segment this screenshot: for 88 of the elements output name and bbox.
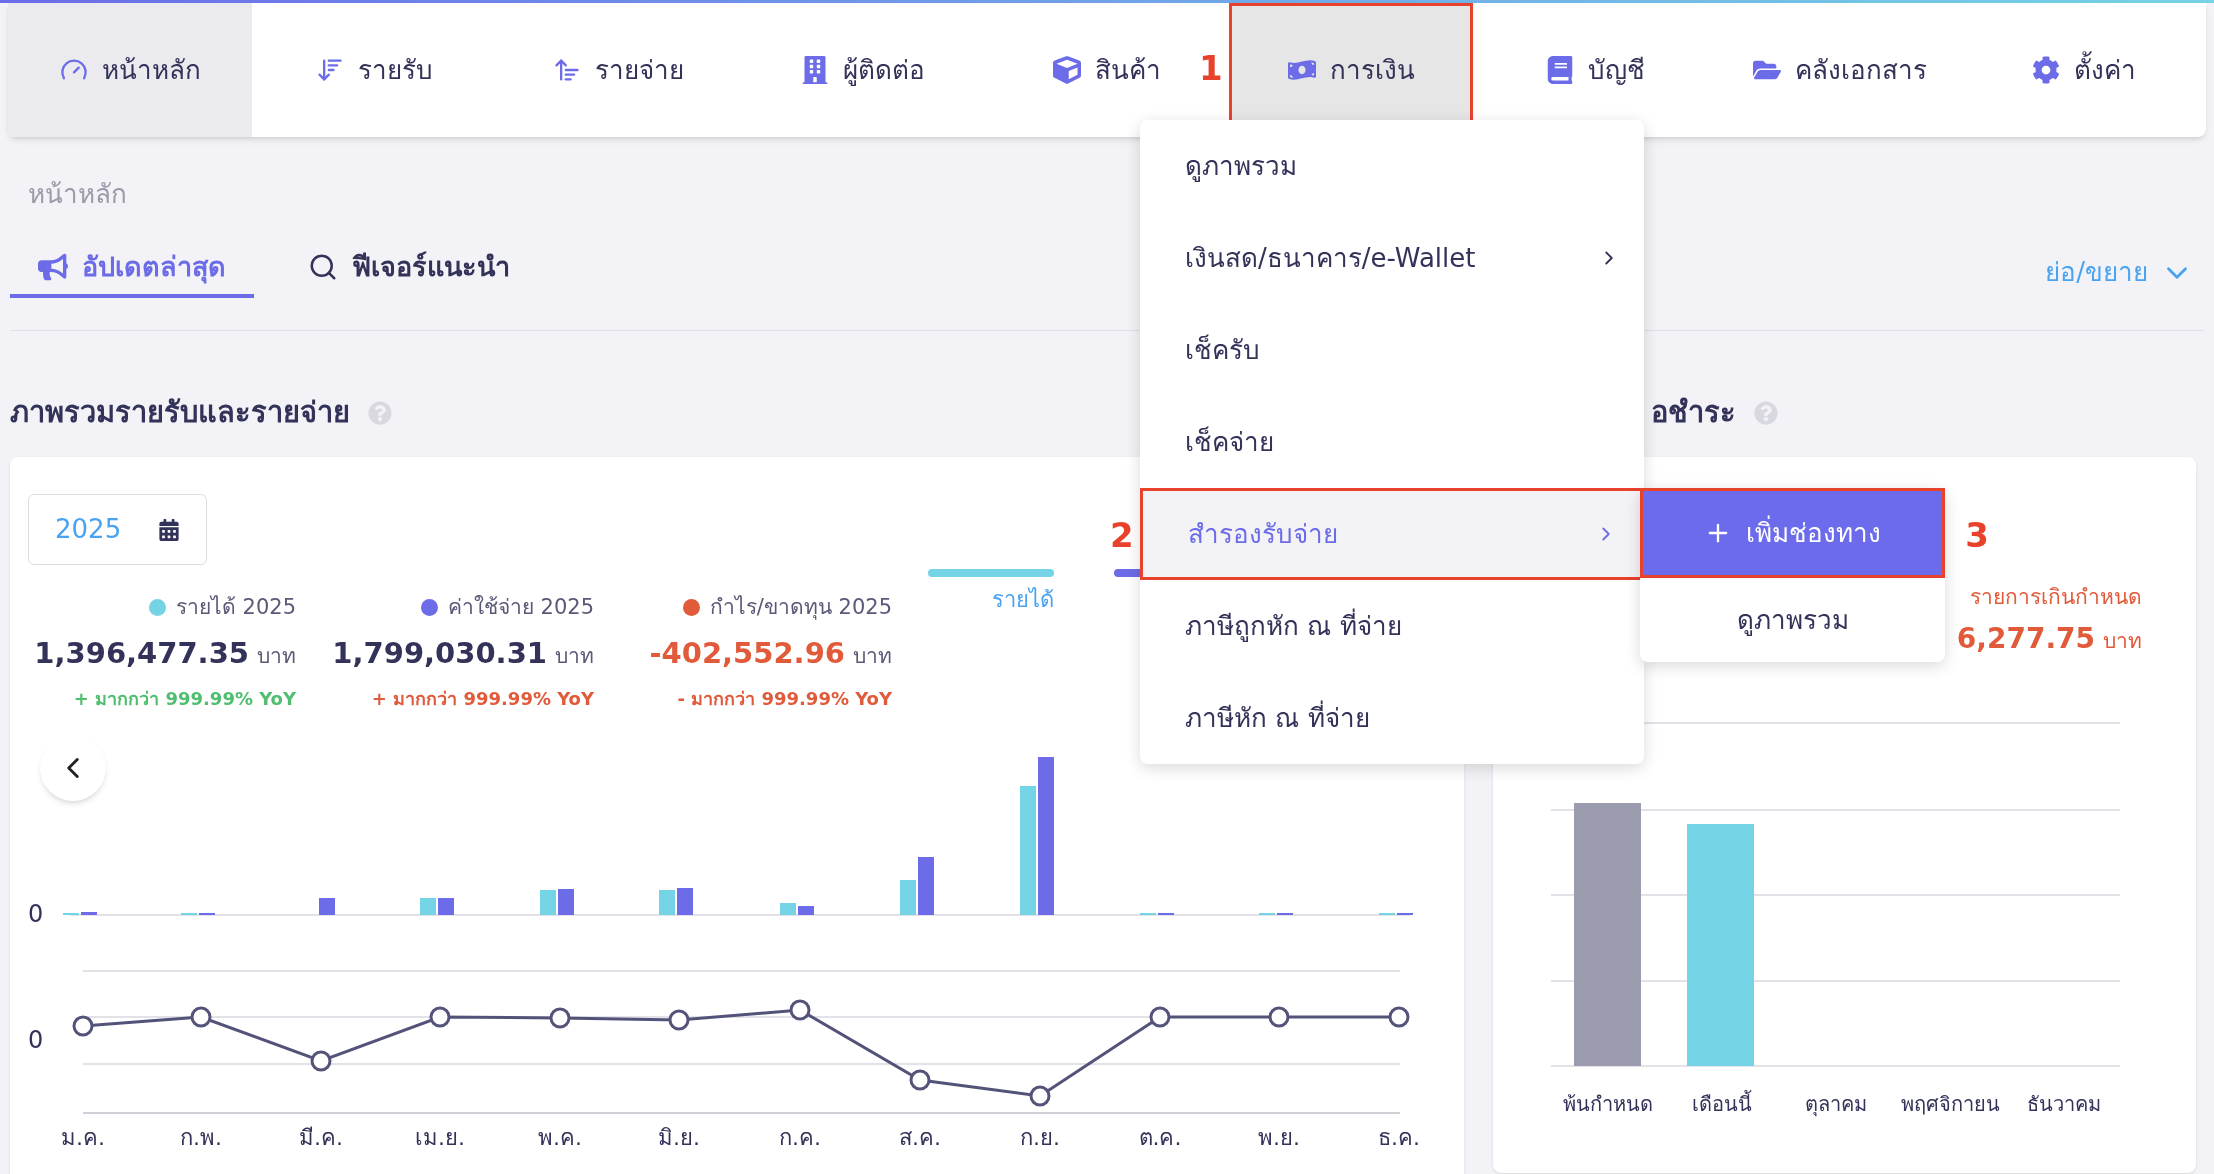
settings-icon (2031, 56, 2060, 84)
book-icon (1545, 56, 1574, 84)
tab[interactable]: อัปเดตล่าสุด (10, 240, 254, 298)
bar (677, 888, 693, 915)
month-label: ก.ย. (1020, 1125, 1060, 1150)
data-point (549, 1007, 571, 1029)
currency-unit: บาท (555, 642, 594, 670)
yoy-change: + มากกว่า 999.99% YoY (73, 687, 296, 711)
yoy-change: + มากกว่า 999.99% YoY (371, 687, 594, 711)
category-label: ตุลาคม (1805, 1092, 1867, 1116)
menu-item[interactable]: เงินสด/ธนาคาร/e-Wallet (1140, 212, 1644, 304)
callout-number: 3 (1965, 514, 1989, 557)
yoy-change: - มากกว่า 999.99% YoY (677, 687, 892, 711)
currency-unit: บาท (853, 642, 892, 670)
megaphone-icon (38, 252, 68, 282)
legend-label: รายได้ (992, 586, 1054, 614)
menu-item[interactable]: เช็คจ่าย (1140, 396, 1644, 488)
data-point (668, 1009, 690, 1031)
data-point (72, 1015, 94, 1037)
category-label: พฤศจิกายน (1900, 1092, 2000, 1116)
stat-label: กำไร/ขาดทุน 2025 (709, 594, 892, 622)
bar (659, 890, 675, 915)
bar (798, 906, 814, 915)
bar (319, 898, 335, 915)
bar (900, 880, 916, 915)
bar (540, 890, 556, 915)
category-label: ธันวาคม (2027, 1092, 2101, 1116)
breadcrumb: หน้าหลัก (28, 178, 127, 211)
data-point (1388, 1006, 1410, 1028)
month-label: ก.ค. (779, 1125, 821, 1150)
bar (438, 898, 454, 915)
category-label: พ้นกำหนด (1563, 1092, 1653, 1116)
data-point (190, 1006, 212, 1028)
currency-unit: บาท (257, 642, 296, 670)
stat-value: 1,799,030.31 (332, 634, 547, 672)
month-label: มิ.ย. (658, 1125, 700, 1150)
data-point (1149, 1006, 1171, 1028)
nav-item[interactable]: รายรับ (252, 3, 497, 137)
bar (780, 903, 796, 915)
stat-label: ค่าใช้จ่าย 2025 (447, 594, 594, 621)
back-button[interactable] (40, 735, 106, 801)
add-channel-button[interactable]: เพิ่มช่องทาง (1640, 488, 1945, 578)
overdue-amount: 6,277.75 (1956, 620, 2095, 657)
bar (918, 857, 934, 915)
overdue-label: รายการเกินกำหนด (1970, 584, 2142, 611)
month-label: ต.ค. (1138, 1125, 1182, 1150)
search-icon (308, 252, 338, 282)
month-label: ธ.ค. (1378, 1125, 1420, 1150)
stat-label: รายได้ 2025 (175, 594, 296, 621)
callout-number: 1 (1199, 47, 1223, 90)
month-label: ก.พ. (180, 1125, 222, 1150)
section-title: อชำระ (1651, 394, 1736, 432)
bar (420, 898, 436, 915)
data-point (310, 1050, 332, 1072)
help-icon (368, 401, 392, 425)
nav-item[interactable]: ผู้ติดต่อ (740, 3, 985, 137)
month-label: พ.ย. (1258, 1125, 1300, 1150)
calendar-icon (158, 518, 180, 541)
callout-number: 2 (1110, 514, 1134, 557)
month-label: ส.ค. (899, 1125, 941, 1150)
cube-icon (1053, 56, 1081, 84)
help-icon (1754, 401, 1778, 425)
menu-item[interactable]: เช็ครับ (1140, 304, 1644, 396)
nav-item[interactable]: ตั้งค่า (1961, 3, 2206, 137)
category-label: เดือนนี้ (1692, 1092, 1752, 1116)
stat-value: 1,396,477.35 (34, 634, 249, 672)
month-label: เม.ย. (415, 1125, 465, 1150)
data-point (909, 1069, 931, 1091)
stat-value: -402,552.96 (649, 634, 845, 672)
data-point (429, 1006, 451, 1028)
building-icon (800, 56, 829, 84)
month-label: มี.ค. (299, 1125, 343, 1150)
tab[interactable]: ฟีเจอร์แนะนำ (280, 240, 538, 298)
currency-unit: บาท (2103, 627, 2142, 655)
data-point (1029, 1085, 1051, 1107)
month-label: ม.ค. (61, 1125, 105, 1150)
month-label: พ.ค. (538, 1125, 582, 1150)
nav-item[interactable]: รายจ่าย (496, 3, 741, 137)
section-title: ภาพรวมรายรับและรายจ่าย (10, 394, 350, 432)
data-point (1268, 1006, 1290, 1028)
bar (558, 889, 574, 915)
axis-label: 0 (28, 1026, 44, 1054)
nav-item[interactable]: หน้าหลัก (8, 3, 253, 137)
menu-item[interactable]: ภาษีหัก ณ ที่จ่าย (1140, 672, 1644, 764)
bar (81, 912, 97, 915)
axis-label: 0 (28, 900, 44, 928)
nav-item[interactable]: คลังเอกสาร (1717, 3, 1962, 137)
data-point (789, 999, 811, 1021)
